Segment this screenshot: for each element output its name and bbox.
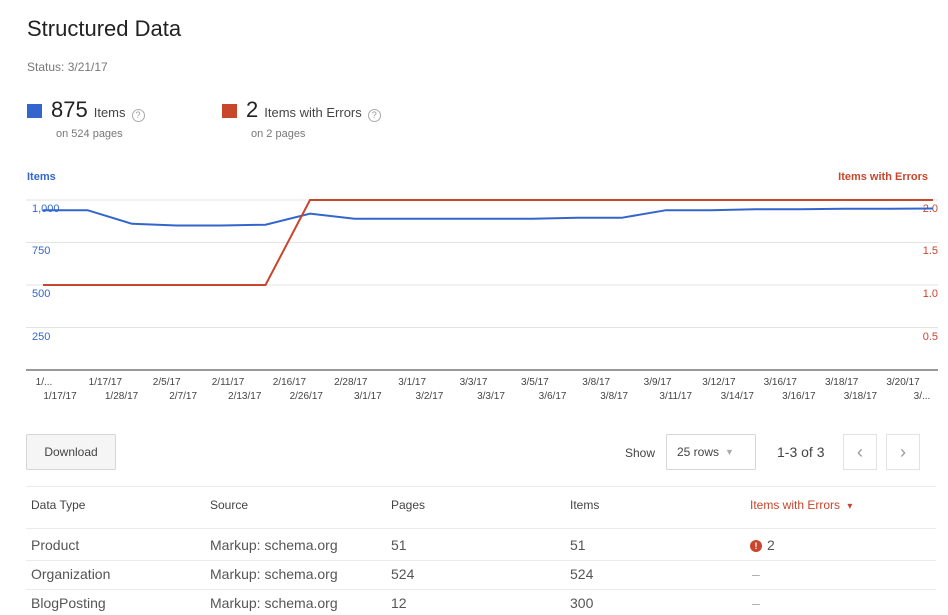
x-tick-label: 3/8/17 — [600, 391, 629, 402]
x-tick-label: 2/5/17 — [152, 377, 181, 388]
cell-data-type[interactable]: BlogPosting — [31, 595, 106, 611]
x-tick-label: 3/12/17 — [702, 377, 736, 388]
table-row-divider — [26, 560, 936, 561]
x-tick-label: 3/9/17 — [643, 377, 672, 388]
col-header-items[interactable]: Items — [570, 498, 599, 512]
divider — [26, 528, 936, 529]
table-row-divider — [26, 589, 936, 590]
cell-items-with-errors: ! 2 — [750, 537, 775, 553]
prev-page-button[interactable]: ‹ — [843, 434, 877, 470]
error-count: 2 — [767, 537, 775, 553]
x-tick-label: 3/8/17 — [582, 377, 611, 388]
x-tick-label: 1/28/17 — [104, 391, 139, 402]
x-tick-label: 3/16/17 — [782, 391, 816, 402]
sort-desc-icon: ▾ — [847, 501, 853, 512]
x-tick-label: 2/26/17 — [289, 391, 323, 402]
cell-source: Markup: schema.org — [210, 595, 338, 611]
cell-data-type[interactable]: Organization — [31, 566, 110, 582]
x-tick-label: 1/17/17 — [88, 377, 123, 388]
x-tick-label: 2/11/17 — [211, 377, 245, 388]
pagination-range: 1-3 of 3 — [777, 444, 825, 460]
x-tick-label: 1/17/17 — [43, 391, 77, 402]
cell-source: Markup: schema.org — [210, 566, 338, 582]
show-label: Show — [625, 446, 656, 460]
col-header-data-type[interactable]: Data Type — [31, 498, 85, 512]
x-tick-label: 3/3/17 — [459, 377, 488, 388]
next-page-button[interactable]: › — [886, 434, 920, 470]
cell-items: 51 — [570, 537, 586, 553]
cell-items: 524 — [570, 566, 594, 582]
x-tick-label: 3/18/17 — [824, 377, 859, 388]
cell-source: Markup: schema.org — [210, 537, 338, 553]
x-tick-label: 3/5/17 — [520, 377, 549, 388]
x-tick-label: 3/14/17 — [720, 391, 754, 402]
x-tick-label: 2/16/17 — [272, 377, 307, 388]
col-header-source[interactable]: Source — [210, 498, 248, 512]
x-tick-label: 3/20/17 — [886, 377, 920, 388]
x-tick-label: 3/6/17 — [538, 391, 567, 402]
series-line-items — [43, 207, 934, 227]
download-button[interactable]: Download — [26, 434, 116, 470]
error-icon: ! — [750, 540, 762, 552]
x-tick-label: 1/... — [35, 377, 53, 388]
cell-pages: 51 — [391, 537, 407, 553]
x-tick-label: 3/1/17 — [398, 377, 427, 388]
x-tick-label: 3/1/17 — [353, 391, 382, 402]
cell-data-type[interactable]: Product — [31, 537, 79, 553]
x-tick-label: 3/16/17 — [763, 377, 797, 388]
x-tick-label: 3/11/17 — [659, 391, 693, 402]
col-header-errors-label: Items with Errors — [750, 498, 841, 512]
cell-items-with-errors: – — [752, 566, 760, 582]
rows-select-value: 25 rows — [677, 445, 720, 459]
x-tick-label: 3/... — [913, 391, 931, 402]
x-tick-label: 2/7/17 — [169, 391, 198, 402]
cell-items: 300 — [570, 595, 594, 611]
cell-pages: 12 — [391, 595, 407, 611]
cell-pages: 524 — [391, 566, 415, 582]
cell-items-with-errors: – — [752, 595, 760, 611]
col-header-items-with-errors[interactable]: Items with Errors ▾ — [750, 498, 852, 512]
x-tick-label: 2/28/17 — [334, 377, 368, 388]
rows-per-page-select[interactable]: 25 rows ▼ — [666, 434, 756, 470]
x-tick-label: 3/3/17 — [477, 391, 505, 402]
col-header-pages[interactable]: Pages — [391, 498, 425, 512]
x-tick-label: 3/2/17 — [415, 391, 444, 402]
dropdown-caret-icon: ▼ — [725, 447, 734, 457]
line-chart — [26, 199, 938, 371]
x-tick-label: 3/18/17 — [843, 391, 878, 402]
divider — [26, 486, 936, 487]
x-tick-label: 2/13/17 — [228, 391, 262, 402]
